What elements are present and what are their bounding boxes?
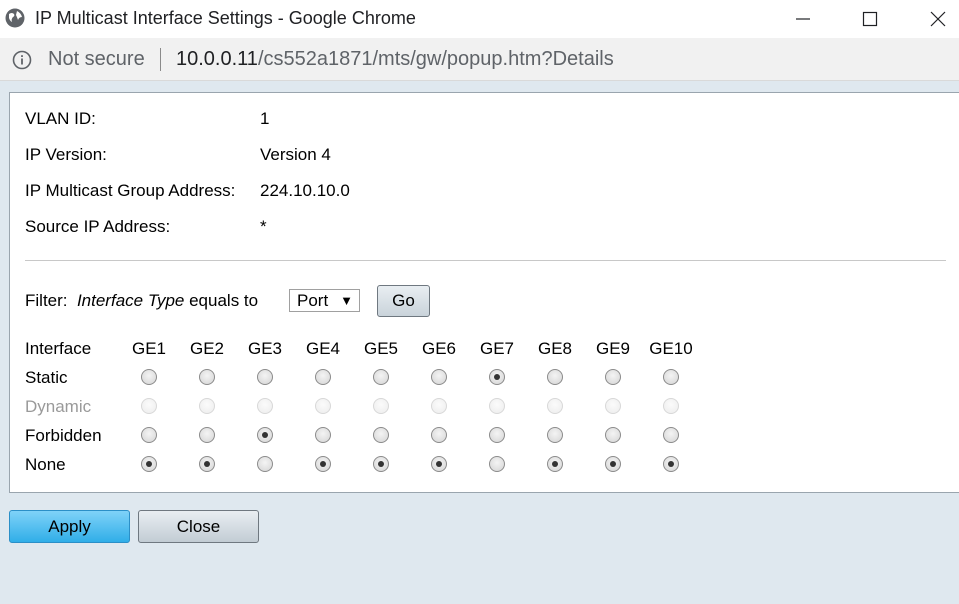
dropdown-arrow-icon: ▼ [340, 293, 353, 308]
source-ip-value: * [260, 217, 267, 236]
column-header: GE4 [305, 339, 341, 358]
radio-static-ge2[interactable] [199, 369, 215, 385]
row-label: Static [25, 368, 68, 387]
title-bar: IP Multicast Interface Settings - Google… [0, 0, 959, 38]
radio-static-ge6[interactable] [431, 369, 447, 385]
radio-forbidden-ge1[interactable] [141, 427, 157, 443]
radio-none-ge7[interactable] [489, 456, 505, 472]
radio-none-ge3[interactable] [257, 456, 273, 472]
url-path: /cs552a1871/mts/gw/popup.htm?Details [257, 48, 614, 70]
column-header: GE8 [537, 339, 573, 358]
source-ip-label: Source IP Address: [25, 217, 171, 236]
radio-none-ge8[interactable] [547, 456, 563, 472]
radio-static-ge4[interactable] [315, 369, 331, 385]
vlan-id-label: VLAN ID: [25, 109, 96, 128]
interface-header: Interface [25, 339, 92, 358]
radio-forbidden-ge4[interactable] [315, 427, 331, 443]
column-header: GE7 [479, 339, 515, 358]
minimize-icon [796, 18, 810, 20]
radio-static-ge3[interactable] [257, 369, 273, 385]
group-address-value: 224.10.10.0 [260, 181, 350, 200]
radio-none-ge4[interactable] [315, 456, 331, 472]
radio-none-ge10[interactable] [663, 456, 679, 472]
radio-none-ge2[interactable] [199, 456, 215, 472]
radio-dynamic-ge2 [199, 398, 215, 414]
column-header: GE5 [363, 339, 399, 358]
row-label: Dynamic [25, 397, 92, 416]
radio-static-ge1[interactable] [141, 369, 157, 385]
security-label[interactable]: Not secure [48, 48, 145, 71]
radio-forbidden-ge6[interactable] [431, 427, 447, 443]
column-header: GE9 [595, 339, 631, 358]
select-value: Port [297, 291, 329, 310]
close-button[interactable]: Close [138, 510, 259, 543]
radio-forbidden-ge9[interactable] [605, 427, 621, 443]
radio-dynamic-ge3 [257, 398, 273, 414]
radio-forbidden-ge10[interactable] [663, 427, 679, 443]
row-label: None [25, 455, 66, 474]
close-icon [930, 11, 946, 27]
radio-static-ge8[interactable] [547, 369, 563, 385]
address-bar[interactable]: Not secure 10.0.0.11/cs552a1871/mts/gw/p… [0, 38, 959, 81]
radio-dynamic-ge10 [663, 398, 679, 414]
vlan-id-value: 1 [260, 109, 270, 128]
info-icon[interactable] [12, 50, 32, 70]
radio-dynamic-ge7 [489, 398, 505, 414]
radio-dynamic-ge5 [373, 398, 389, 414]
radio-none-ge9[interactable] [605, 456, 621, 472]
radio-dynamic-ge9 [605, 398, 621, 414]
filter-label: Filter: [25, 291, 68, 310]
group-address-label: IP Multicast Group Address: [25, 181, 236, 200]
radio-forbidden-ge5[interactable] [373, 427, 389, 443]
column-header: GE10 [649, 339, 693, 358]
url-host: 10.0.0.11 [176, 48, 258, 70]
radio-none-ge6[interactable] [431, 456, 447, 472]
window-title: IP Multicast Interface Settings - Google… [35, 8, 416, 28]
radio-static-ge5[interactable] [373, 369, 389, 385]
radio-dynamic-ge4 [315, 398, 331, 414]
filter-field: Interface Type [76, 291, 185, 310]
filter-operator: equals to [189, 291, 259, 310]
go-button[interactable]: Go [377, 285, 430, 317]
window-close-button[interactable] [907, 0, 959, 38]
column-header: GE6 [421, 339, 457, 358]
minimize-button[interactable] [772, 0, 834, 38]
column-header: GE3 [247, 339, 283, 358]
radio-forbidden-ge8[interactable] [547, 427, 563, 443]
radio-static-ge7[interactable] [489, 369, 505, 385]
column-header: GE2 [189, 339, 225, 358]
divider [25, 260, 946, 261]
radio-dynamic-ge8 [547, 398, 563, 414]
maximize-icon [862, 11, 878, 27]
radio-forbidden-ge7[interactable] [489, 427, 505, 443]
ip-version-value: Version 4 [260, 145, 331, 164]
column-header: GE1 [131, 339, 167, 358]
globe-icon [5, 8, 25, 28]
filter-row: Filter: Interface Type equals to [25, 291, 258, 311]
ip-version-label: IP Version: [25, 145, 107, 164]
radio-forbidden-ge3[interactable] [257, 427, 273, 443]
radio-static-ge9[interactable] [605, 369, 621, 385]
interface-type-select[interactable]: Port ▼ [289, 289, 360, 312]
row-label: Forbidden [25, 426, 102, 445]
radio-forbidden-ge2[interactable] [199, 427, 215, 443]
address-separator [160, 48, 161, 71]
url-text[interactable]: 10.0.0.11/cs552a1871/mts/gw/popup.htm?De… [176, 48, 614, 71]
radio-none-ge1[interactable] [141, 456, 157, 472]
radio-static-ge10[interactable] [663, 369, 679, 385]
radio-dynamic-ge1 [141, 398, 157, 414]
radio-dynamic-ge6 [431, 398, 447, 414]
radio-none-ge5[interactable] [373, 456, 389, 472]
apply-button[interactable]: Apply [9, 510, 130, 543]
settings-panel: VLAN ID: 1 IP Version: Version 4 IP Mult… [9, 92, 959, 493]
maximize-button[interactable] [839, 0, 901, 38]
